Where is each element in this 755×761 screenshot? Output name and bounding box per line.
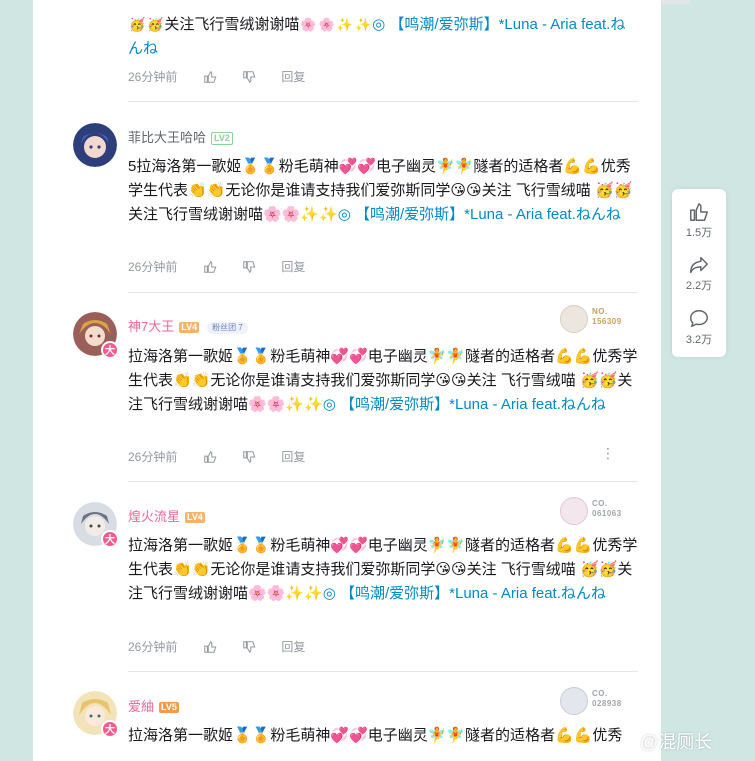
reply-button[interactable]: 回复 xyxy=(281,639,305,655)
play-circle-icon: ◎ xyxy=(322,585,340,602)
like-icon[interactable] xyxy=(203,260,217,274)
comment-action[interactable]: 3.2万 xyxy=(672,308,726,346)
thumb-up-icon xyxy=(690,203,708,221)
card-number: CO. 061063 xyxy=(592,499,622,518)
level-badge: LV5 xyxy=(159,702,179,713)
play-circle-icon: ◎ xyxy=(337,206,355,223)
play-circle-icon: ◎ xyxy=(322,396,340,413)
video-link[interactable]: ◎ 【鸣潮/爱弥斯】*Luna - Aria feat.ねんね xyxy=(338,206,621,223)
comment-meta: 26分钟前 回复 xyxy=(128,638,305,655)
dislike-icon[interactable] xyxy=(242,260,256,274)
comment-time: 26分钟前 xyxy=(128,259,178,274)
comment-time: 26分钟前 xyxy=(128,449,178,464)
dislike-icon[interactable] xyxy=(242,450,256,464)
comment-text: 拉海洛第一歌姬🏅🏅粉毛萌神💞💞电子幽灵🧚🧚隧者的适格者💪💪优秀 xyxy=(128,727,623,744)
flower-emoji-icon: 🌸 xyxy=(300,17,317,32)
card-number: CO. 028938 xyxy=(592,689,622,708)
card-avatar xyxy=(560,305,588,333)
comment-text: 拉海洛第一歌姬🏅🏅粉毛萌神💞💞电子幽灵🧚🧚隧者的适格者💪💪优秀学生代表👏👏无论你… xyxy=(128,348,638,413)
sparkle-emoji-icon: ✨ xyxy=(336,17,353,32)
like-count: 1.5万 xyxy=(685,227,713,239)
comment-count: 3.2万 xyxy=(685,334,713,346)
like-icon[interactable] xyxy=(203,450,217,464)
sparkle-emoji-icon: ✨ xyxy=(354,17,372,32)
video-link[interactable]: ◎ 【鸣潮/爱弥斯】*Luna - Aria feat.ねんね xyxy=(323,396,606,413)
flower-emoji-icon: 🌸 xyxy=(318,17,335,32)
username[interactable]: 神7大王 LV4 粉丝团 7 xyxy=(128,319,248,335)
comment-meta: 26分钟前 回复 xyxy=(128,68,305,85)
watermark: @混厕长 xyxy=(640,732,713,752)
divider xyxy=(128,101,638,102)
card-number: NO. 156309 xyxy=(592,307,622,326)
username[interactable]: 菲比大王哈哈 LV2 xyxy=(128,130,233,146)
divider xyxy=(128,671,638,672)
level-badge: LV4 xyxy=(185,512,205,523)
comment-bubble-icon xyxy=(690,310,708,328)
video-link[interactable]: ◎ 【鸣潮/爱弥斯】*Luna - Aria feat.ねんね xyxy=(323,585,606,602)
share-arrow-icon xyxy=(690,256,708,274)
username[interactable]: 爱紬 LV5 xyxy=(128,699,179,715)
comment-meta: 26分钟前 回复 xyxy=(128,258,305,275)
decoration-card: CO. 028938 xyxy=(560,687,638,715)
username[interactable]: 煌火流星 LV4 xyxy=(128,509,205,525)
comment-panel: 🥳 🥳关注飞行雪绒谢谢喵🌸 🌸 ✨ ✨◎ 【鸣潮/爱弥斯】*Luna - Aria fe… xyxy=(33,0,661,761)
dislike-icon[interactable] xyxy=(242,640,256,654)
avatar[interactable] xyxy=(73,123,117,167)
like-action[interactable]: 1.5万 xyxy=(672,201,726,239)
reply-button[interactable]: 回复 xyxy=(281,69,305,85)
comment-text: 拉海洛第一歌姬🏅🏅粉毛萌神💞💞电子幽灵🧚🧚隧者的适格者💪💪优秀学生代表👏👏无论你… xyxy=(128,537,638,602)
decoration-card: NO. 156309 xyxy=(560,305,638,333)
like-icon[interactable] xyxy=(203,640,217,654)
reply-button[interactable]: 回复 xyxy=(281,449,305,465)
like-icon[interactable] xyxy=(203,70,217,84)
comment-time: 26分钟前 xyxy=(128,69,178,84)
decoration-card: CO. 061063 xyxy=(560,497,638,525)
reply-button[interactable]: 回复 xyxy=(281,259,305,275)
level-badge: LV4 xyxy=(179,322,200,333)
divider xyxy=(128,481,638,482)
dislike-icon[interactable] xyxy=(242,70,256,84)
share-action[interactable]: 2.2万 xyxy=(672,254,726,292)
share-count: 2.2万 xyxy=(685,280,713,292)
divider xyxy=(128,292,638,293)
vip-badge: 大 xyxy=(101,341,119,359)
comment-time: 26分钟前 xyxy=(128,639,178,654)
action-sidebar: 1.5万 2.2万 3.2万 xyxy=(672,189,726,357)
card-avatar xyxy=(560,687,588,715)
comment-text: 5拉海洛第一歌姬🏅🏅粉毛萌神💞💞电子幽灵🧚🧚隧者的适格者💪💪优秀学生代表👏👏无论… xyxy=(128,158,633,223)
comment-text: 🥳 🥳关注飞行雪绒谢谢喵🌸 🌸 ✨ ✨◎ 【鸣潮/爱弥斯】*Luna - Aria fe… xyxy=(128,16,626,57)
party-emoji-icon: 🥳 xyxy=(147,17,164,32)
comment-meta: 26分钟前 回复 xyxy=(128,448,305,465)
vip-badge: 大 xyxy=(101,530,119,548)
play-circle-icon: ◎ xyxy=(372,16,390,33)
card-avatar xyxy=(560,497,588,525)
party-emoji-icon: 🥳 xyxy=(129,17,146,32)
more-options-icon[interactable]: ⋮ xyxy=(601,445,615,462)
level-badge: LV2 xyxy=(211,132,233,145)
vip-badge: 大 xyxy=(101,720,119,738)
fans-badge: 粉丝团 7 xyxy=(207,322,248,334)
